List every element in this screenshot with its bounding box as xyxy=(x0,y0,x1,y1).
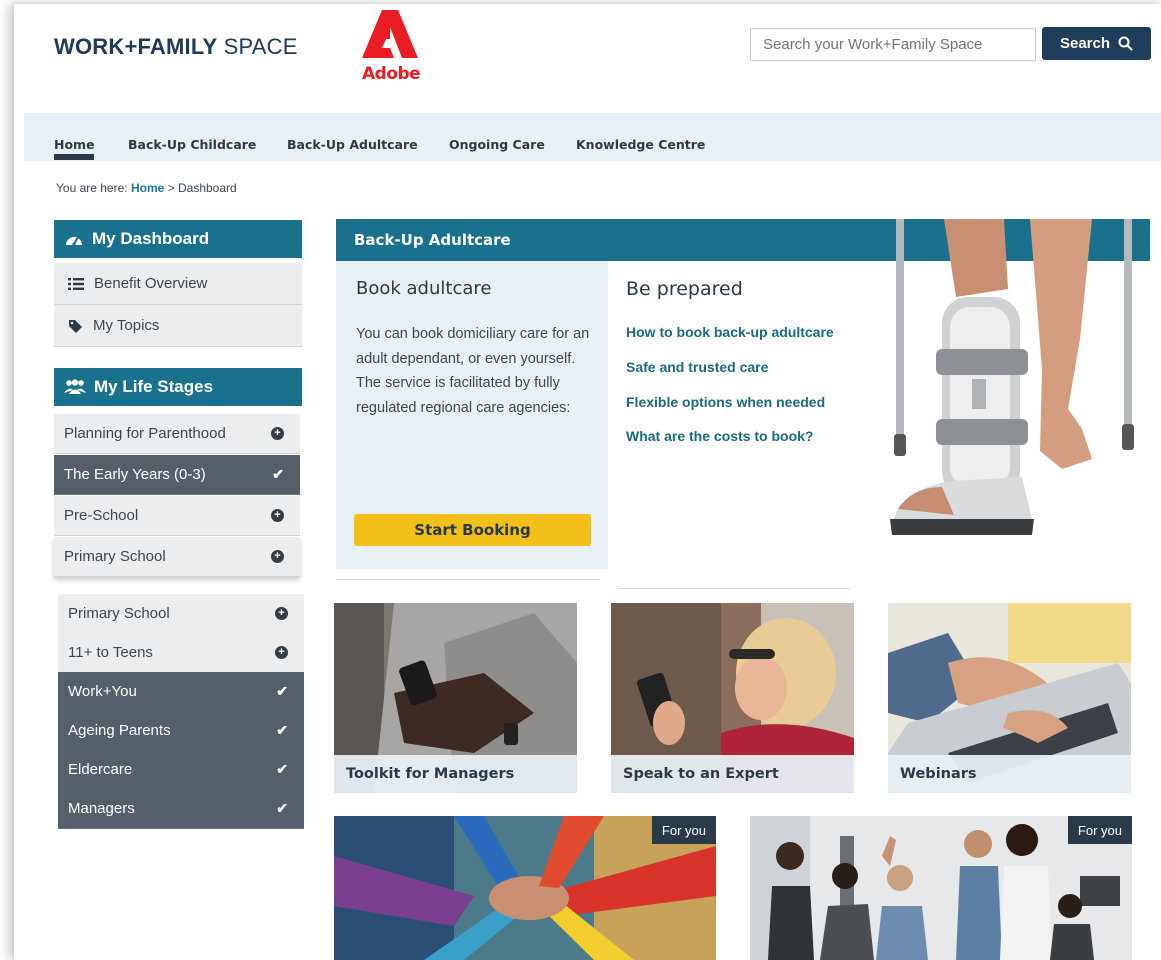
stage-eldercare[interactable]: Eldercare ✔ xyxy=(58,750,304,790)
walking-boot-image xyxy=(890,219,1134,535)
main-nav: Home Back-Up Childcare Back-Up Adultcare… xyxy=(24,113,1161,161)
check-icon[interactable]: ✔ xyxy=(276,800,288,817)
stage-managers[interactable]: Managers ✔ xyxy=(58,789,304,829)
be-prepared-title: Be prepared xyxy=(626,278,743,300)
sidebar-item-benefit-overview[interactable]: Benefit Overview xyxy=(54,263,302,305)
check-icon[interactable]: ✔ xyxy=(276,722,288,739)
search-button-label: Search xyxy=(1059,35,1111,52)
promo-tile-meeting[interactable]: For you xyxy=(750,816,1132,960)
tile-caption: Speak to an Expert xyxy=(611,755,854,793)
check-icon[interactable]: ✔ xyxy=(276,761,288,778)
dashboard-icon xyxy=(66,236,82,246)
adobe-logo-icon xyxy=(362,10,418,58)
plus-circle-icon[interactable]: + xyxy=(271,550,284,563)
search-input[interactable] xyxy=(750,28,1036,61)
stage-planning-for-parenthood[interactable]: Planning for Parenthood + xyxy=(54,414,300,454)
plus-circle-icon[interactable]: + xyxy=(275,646,288,659)
search-icon xyxy=(1118,36,1133,51)
breadcrumb: You are here: Home > Dashboard xyxy=(56,181,237,195)
page-frame: WORK+FAMILY SPACE Adobe Search Home Back… xyxy=(14,4,1161,960)
site-logo[interactable]: WORK+FAMILY SPACE xyxy=(54,34,298,60)
stage-label: Planning for Parenthood xyxy=(64,425,226,442)
stage-label: Primary School xyxy=(68,605,170,622)
stage-label: Managers xyxy=(68,800,135,817)
for-you-badge: For you xyxy=(1067,816,1132,844)
tile-caption: Toolkit for Managers xyxy=(334,755,577,793)
stage-early-years[interactable]: The Early Years (0-3) ✔ xyxy=(54,455,300,495)
sidebar-item-label: My Topics xyxy=(93,317,160,334)
plus-circle-icon[interactable]: + xyxy=(271,509,284,522)
my-dashboard-title: My Dashboard xyxy=(92,229,210,248)
link-costs-to-book[interactable]: What are the costs to book? xyxy=(626,428,813,444)
book-adultcare-text: You can book domiciliary care for an adu… xyxy=(356,326,590,416)
link-flexible-options[interactable]: Flexible options when needed xyxy=(626,394,825,410)
start-booking-button[interactable]: Start Booking xyxy=(354,514,591,546)
stage-work-you[interactable]: Work+You ✔ xyxy=(58,672,304,712)
stage-primary-school-2[interactable]: Primary School + xyxy=(58,594,304,634)
stage-pre-school[interactable]: Pre-School + xyxy=(54,496,300,536)
divider xyxy=(618,588,850,589)
my-life-stages-title: My Life Stages xyxy=(94,377,214,396)
users-icon xyxy=(64,379,86,394)
nav-backup-adultcare[interactable]: Back-Up Adultcare xyxy=(287,137,418,152)
promo-tile-teamwork[interactable]: For you xyxy=(334,816,716,960)
nav-active-indicator xyxy=(54,154,94,160)
breadcrumb-current: Dashboard xyxy=(177,181,237,195)
sidebar-item-label: Benefit Overview xyxy=(94,275,208,292)
adobe-logo[interactable]: Adobe xyxy=(362,10,421,86)
breadcrumb-separator: > xyxy=(164,181,178,195)
nav-knowledge-centre[interactable]: Knowledge Centre xyxy=(576,137,705,152)
stage-primary-school[interactable]: Primary School + xyxy=(54,537,300,577)
plus-circle-icon[interactable]: + xyxy=(275,607,288,620)
breadcrumb-prefix: You are here: xyxy=(56,181,131,195)
list-icon xyxy=(68,277,84,290)
tile-webinars[interactable]: Webinars xyxy=(888,603,1131,793)
nav-ongoing-care[interactable]: Ongoing Care xyxy=(449,137,545,152)
tile-speak-to-an-expert[interactable]: Speak to an Expert xyxy=(611,603,854,793)
stage-label: Primary School xyxy=(64,548,166,565)
breadcrumb-home-link[interactable]: Home xyxy=(131,181,164,195)
stage-label: The Early Years (0-3) xyxy=(64,466,206,483)
stage-ageing-parents[interactable]: Ageing Parents ✔ xyxy=(58,711,304,751)
stage-label: Ageing Parents xyxy=(68,722,171,739)
check-icon[interactable]: ✔ xyxy=(272,466,284,483)
plus-circle-icon[interactable]: + xyxy=(271,427,284,440)
sidebar-item-my-topics[interactable]: My Topics xyxy=(54,305,302,347)
stage-label: 11+ to Teens xyxy=(68,644,153,661)
my-dashboard-header[interactable]: My Dashboard xyxy=(54,220,302,258)
for-you-badge: For you xyxy=(651,816,716,844)
link-how-to-book[interactable]: How to book back-up adultcare xyxy=(626,324,834,340)
nav-backup-childcare[interactable]: Back-Up Childcare xyxy=(128,137,256,152)
divider xyxy=(336,579,600,580)
stage-11-to-teens[interactable]: 11+ to Teens + xyxy=(58,633,304,673)
my-life-stages-header[interactable]: My Life Stages xyxy=(54,368,302,406)
book-adultcare-title: Book adultcare xyxy=(356,278,492,299)
stage-label: Eldercare xyxy=(68,761,133,778)
stage-label: Pre-School xyxy=(64,507,139,524)
nav-home[interactable]: Home xyxy=(54,137,95,152)
adobe-logo-text: Adobe xyxy=(362,64,421,84)
tag-icon xyxy=(69,319,82,333)
tile-caption: Webinars xyxy=(888,755,1131,793)
stage-label: Work+You xyxy=(68,683,137,700)
link-safe-trusted-care[interactable]: Safe and trusted care xyxy=(626,359,768,375)
tile-toolkit-for-managers[interactable]: Toolkit for Managers xyxy=(334,603,577,793)
check-icon[interactable]: ✔ xyxy=(276,683,288,700)
search-button[interactable]: Search xyxy=(1042,27,1151,60)
